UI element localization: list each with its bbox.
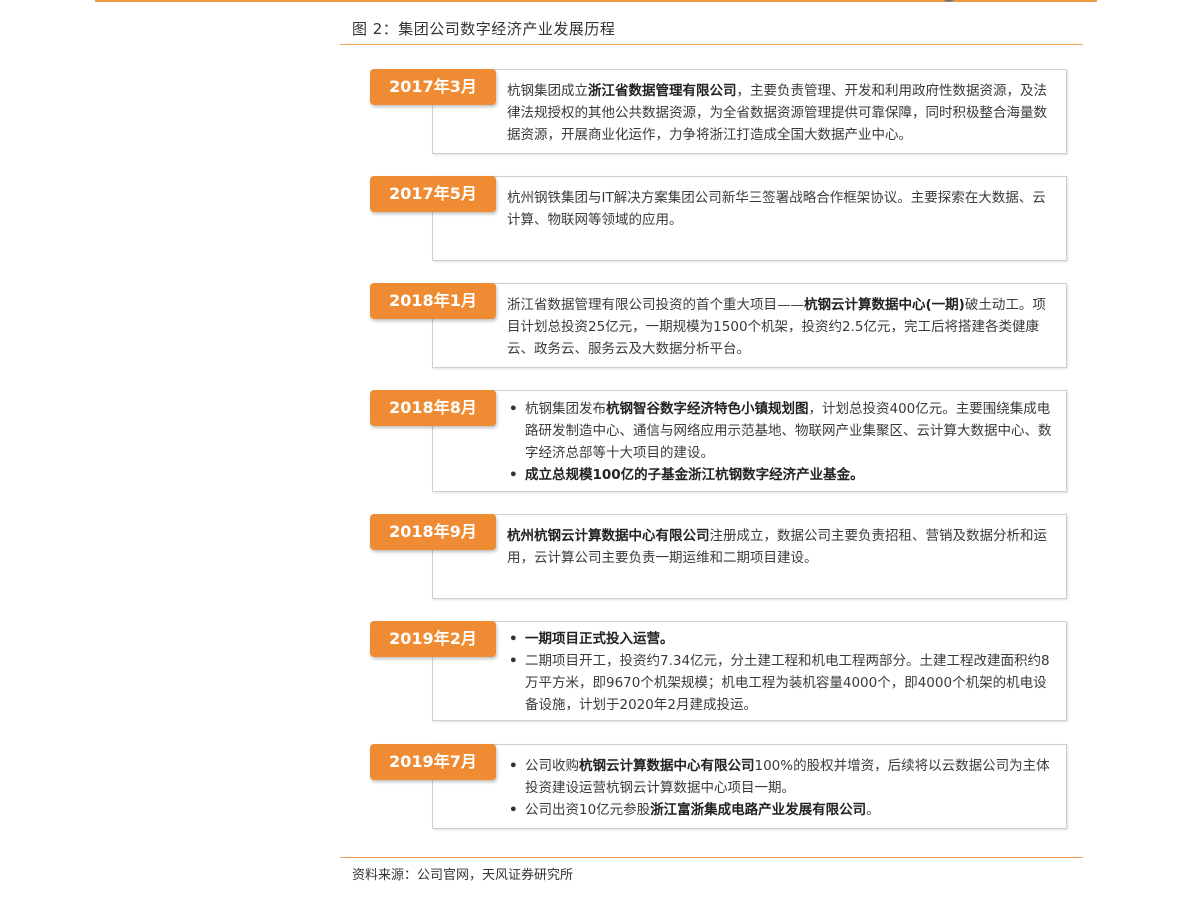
bullet-item: 公司收购杭钢云计算数据中心有限公司100%的股权并增资，后续将以云数据公司为主体… xyxy=(507,755,1055,799)
text-run: 。 xyxy=(866,802,880,818)
bold-text-run: 一期项目正式投入运营。 xyxy=(525,631,674,647)
text-run: 杭钢集团发布 xyxy=(525,401,606,417)
bold-text-run: 成立总规模100亿的子基金浙江杭钢数字经济产业基金。 xyxy=(525,467,864,483)
date-tab: 2018年8月 xyxy=(370,390,496,426)
bold-text-run: 杭钢云计算数据中心(一期) xyxy=(804,297,965,313)
date-tab: 2018年9月 xyxy=(370,514,496,550)
bullet-item: 公司出资10亿元参股浙江富浙集成电路产业发展有限公司。 xyxy=(507,799,1055,821)
text-run: 二期项目开工，投资约7.34亿元，分土建工程和机电工程两部分。土建工程改建面积约… xyxy=(525,653,1050,713)
entry-text: 杭州钢铁集团与IT解决方案集团公司新华三签署战略合作框架协议。主要探索在大数据、… xyxy=(507,187,1055,231)
entry-bullets: 杭钢集团发布杭钢智谷数字经济特色小镇规划图，计划总投资400亿元。主要围绕集成电… xyxy=(507,398,1055,486)
bold-text-run: 杭州杭钢云计算数据中心有限公司 xyxy=(507,528,710,544)
entry-text: 浙江省数据管理有限公司投资的首个重大项目——杭钢云计算数据中心(一期)破土动工。… xyxy=(507,294,1055,360)
bullet-item: 成立总规模100亿的子基金浙江杭钢数字经济产业基金。 xyxy=(507,464,1055,486)
title-divider xyxy=(340,44,1083,45)
text-run: 杭州钢铁集团与IT解决方案集团公司新华三签署战略合作框架协议。主要探索在大数据、… xyxy=(507,190,1046,228)
date-tab: 2017年5月 xyxy=(370,176,496,212)
bold-text-run: 浙江富浙集成电路产业发展有限公司 xyxy=(650,802,867,818)
text-run: 公司出资10亿元参股 xyxy=(525,802,651,818)
text-run: 浙江省数据管理有限公司投资的首个重大项目—— xyxy=(507,297,804,313)
bold-text-run: 杭钢云计算数据中心有限公司 xyxy=(579,758,755,774)
bold-text-run: 浙江省数据管理有限公司 xyxy=(588,83,737,99)
bullet-item: 杭钢集团发布杭钢智谷数字经济特色小镇规划图，计划总投资400亿元。主要围绕集成电… xyxy=(507,398,1055,464)
date-tab: 2018年1月 xyxy=(370,283,496,319)
footer-divider xyxy=(340,857,1083,858)
figure-title: 图 2：集团公司数字经济产业发展历程 xyxy=(352,20,616,38)
entry-bullets: 公司收购杭钢云计算数据中心有限公司100%的股权并增资，后续将以云数据公司为主体… xyxy=(507,755,1055,821)
bullet-item: 一期项目正式投入运营。 xyxy=(507,628,1055,650)
entry-text: 杭州杭钢云计算数据中心有限公司注册成立，数据公司主要负责招租、营销及数据分析和运… xyxy=(507,525,1055,569)
bold-text-run: 杭钢智谷数字经济特色小镇规划图 xyxy=(606,401,809,417)
date-tab: 2017年3月 xyxy=(370,69,496,105)
date-tab: 2019年7月 xyxy=(370,744,496,780)
bullet-item: 二期项目开工，投资约7.34亿元，分土建工程和机电工程两部分。土建工程改建面积约… xyxy=(507,650,1055,716)
entry-text: 杭钢集团成立浙江省数据管理有限公司，主要负责管理、开发和利用政府性数据资源，及法… xyxy=(507,80,1055,146)
date-tab: 2019年2月 xyxy=(370,621,496,657)
text-run: 杭钢集团成立 xyxy=(507,83,588,99)
source-note: 资料来源：公司官网，天风证券研究所 xyxy=(352,868,574,883)
entry-bullets: 一期项目正式投入运营。 二期项目开工，投资约7.34亿元，分土建工程和机电工程两… xyxy=(507,628,1055,716)
text-run: 公司收购 xyxy=(525,758,579,774)
